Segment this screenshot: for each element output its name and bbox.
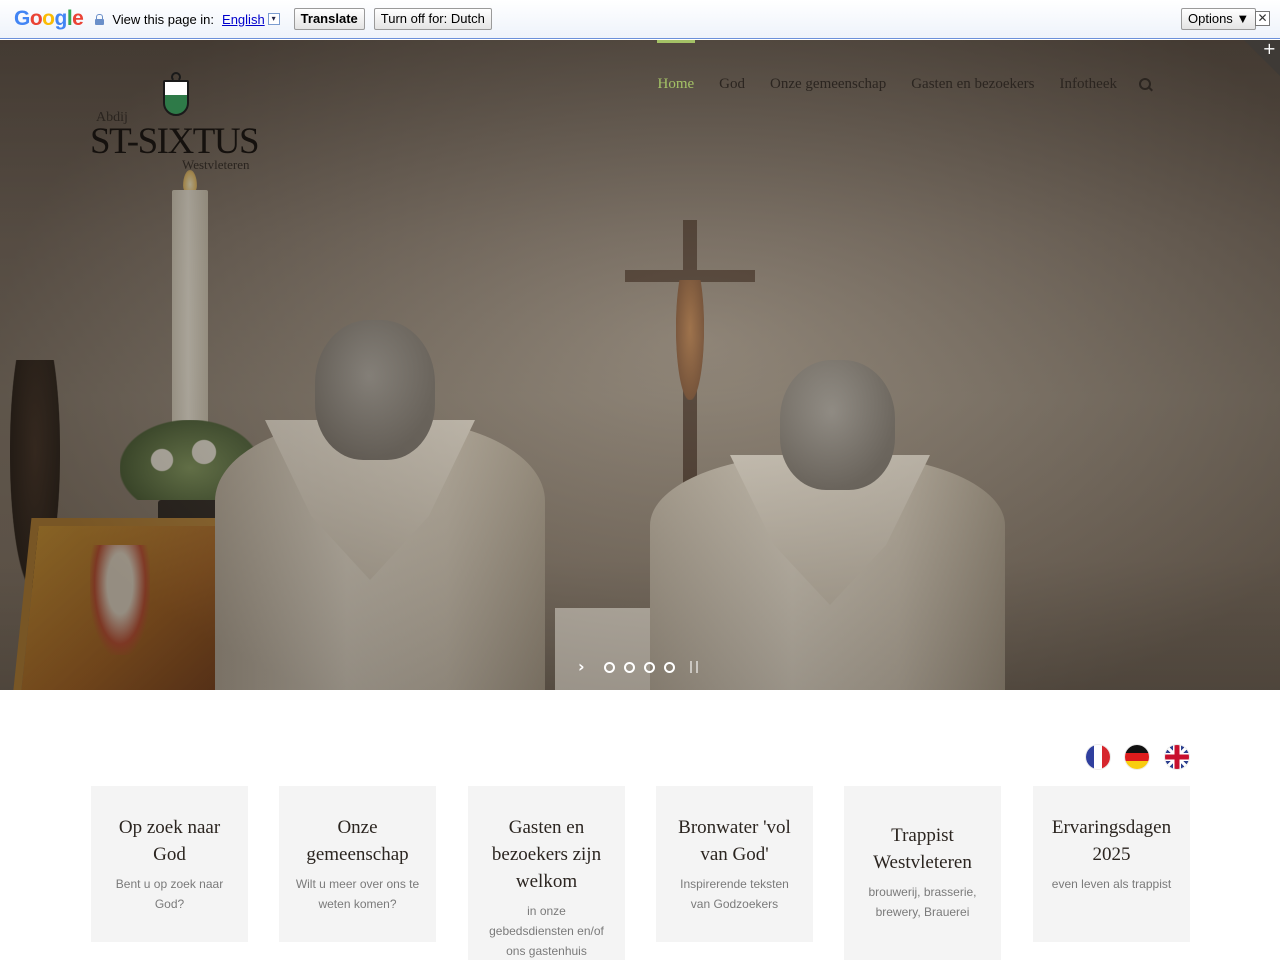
google-logo: Google (14, 7, 84, 30)
site-logo[interactable]: Abdij ST-SIXTUS Westvleteren (90, 72, 265, 177)
dropdown-arrow-icon[interactable]: ▾ (267, 13, 280, 25)
card-ervaringsdagen[interactable]: Ervaringsdagen 2025 even leven als trapp… (1033, 786, 1190, 942)
card-op-zoek-naar-god[interactable]: Op zoek naar God Bent u op zoek naar God… (91, 786, 248, 942)
nav-item-onze-gemeenschap[interactable]: Onze gemeenschap (758, 40, 899, 130)
card-title: Ervaringsdagen 2025 (1051, 817, 1172, 865)
flag-french-icon[interactable] (1086, 745, 1110, 769)
card-title: Trappist Westvleteren (873, 825, 972, 873)
slider-dot-1[interactable] (604, 661, 615, 673)
close-icon[interactable]: ✕ (1255, 11, 1270, 26)
options-button[interactable]: Options ▼ (1181, 8, 1257, 30)
nav-item-home[interactable]: Home (645, 40, 707, 130)
card-title: Op zoek naar God (118, 817, 221, 865)
turn-off-button[interactable]: Turn off for: Dutch (373, 8, 492, 30)
slider-dot-3[interactable] (644, 661, 655, 673)
card-text: Inspirerende teksten van Godzoekers (680, 877, 789, 911)
language-select[interactable]: English (222, 12, 265, 27)
card-text: in onze gebedsdiensten en/of ons gastenh… (489, 904, 604, 958)
flag-english-icon[interactable] (1165, 745, 1189, 769)
lock-icon (95, 13, 105, 25)
pause-icon[interactable] (690, 661, 698, 673)
card-title: Gasten en bezoekers zijn welkom (491, 817, 602, 892)
card-onze-gemeenschap[interactable]: Onze gemeenschap Wilt u meer over ons te… (279, 786, 436, 942)
slider-dot-4[interactable] (664, 661, 675, 673)
nav-item-gasten-en-bezoekers[interactable]: Gasten en bezoekers (899, 40, 1047, 130)
card-text: even leven als trappist (1051, 877, 1172, 891)
card-trappist-westvleteren[interactable]: Trappist Westvleteren brouwerij, brasser… (844, 786, 1001, 960)
logo-subtitle: Westvleteren (182, 157, 250, 172)
card-title: Bronwater 'vol van God' (678, 817, 791, 865)
google-translate-bar: Google View this page in: English ▾ Tran… (0, 0, 1280, 39)
view-page-text: View this page in: (112, 11, 215, 27)
nav-item-infotheek[interactable]: Infotheek (1047, 40, 1129, 130)
nav-item-god[interactable]: God (707, 40, 758, 130)
chevron-right-icon[interactable]: › (578, 659, 590, 675)
shield-icon (163, 80, 189, 116)
card-bronwater[interactable]: Bronwater 'vol van God' Inspirerende tek… (656, 786, 813, 942)
flag-german-icon[interactable] (1125, 745, 1149, 769)
search-icon[interactable] (1139, 78, 1153, 92)
card-title: Onze gemeenschap (306, 817, 409, 865)
translate-button[interactable]: Translate (293, 8, 365, 30)
card-gasten-en-bezoekers[interactable]: Gasten en bezoekers zijn welkom in onze … (468, 786, 625, 960)
main-nav: Home God Onze gemeenschap Gasten en bezo… (645, 40, 1153, 130)
slider-dot-2[interactable] (624, 661, 635, 673)
language-label: English (222, 11, 265, 27)
plus-icon[interactable]: + (1263, 41, 1276, 57)
slider-controls: › (578, 659, 698, 675)
card-text: Bent u op zoek naar God? (115, 877, 224, 911)
card-text: brouwerij, brasserie, brewery, Brauerei (868, 885, 977, 919)
card-text: Wilt u meer over ons te weten komen? (295, 877, 420, 911)
